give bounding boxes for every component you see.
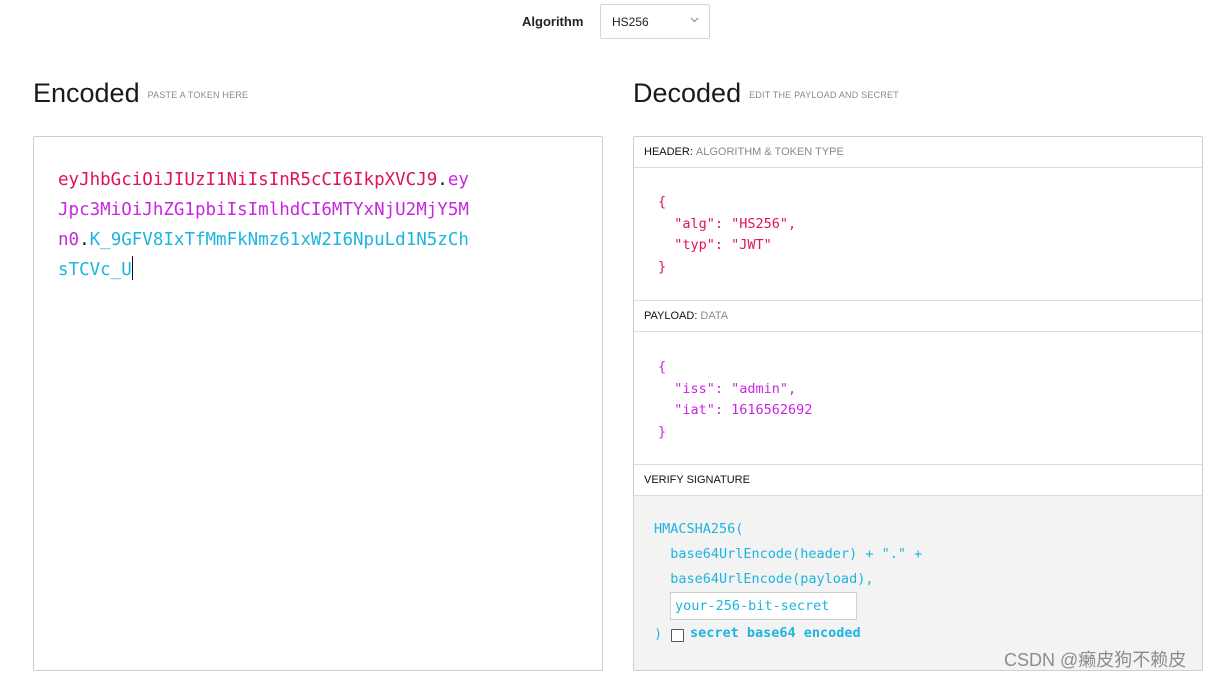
base64-secret-label[interactable]: secret base64 encoded	[690, 625, 861, 641]
token-dot: .	[79, 230, 90, 250]
encoded-token-editor[interactable]: eyJhbGciOiJIUzI1NiIsInR5cCI6IkpXVCJ9.ey …	[33, 136, 603, 671]
json-line: {	[658, 359, 667, 375]
encoded-token-text[interactable]: eyJhbGciOiJIUzI1NiIsInR5cCI6IkpXVCJ9.ey …	[58, 165, 538, 285]
encoded-heading: Encoded PASTE A TOKEN HERE	[33, 78, 248, 109]
header-json-editor[interactable]: { "alg": "HS256", "typ": "JWT" }	[658, 192, 796, 278]
token-signature-part: K_9GFV8IxTfMmFkNmz61xW2I6NpuLd1N5zCh	[89, 230, 469, 250]
algorithm-label: Algorithm	[522, 14, 584, 29]
decoded-subtitle: EDIT THE PAYLOAD AND SECRET	[749, 90, 899, 100]
json-line: "typ": "JWT"	[658, 237, 772, 253]
verify-label: VERIFY SIGNATURE	[644, 474, 750, 486]
token-dot: .	[437, 170, 448, 190]
header-section-title: HEADER: ALGORITHM & TOKEN TYPE	[634, 137, 1202, 168]
token-header-part: eyJhbGciOiJIUzI1NiIsInR5cCI6IkpXVCJ9	[58, 170, 438, 190]
hmac-payload-line: base64UrlEncode(payload),	[654, 571, 874, 587]
json-line: "iat": 1616562692	[658, 402, 813, 418]
header-sublabel: ALGORITHM & TOKEN TYPE	[695, 146, 844, 158]
secret-input[interactable]: your-256-bit-secret	[670, 592, 857, 620]
chevron-down-icon	[690, 17, 699, 23]
algorithm-selected-value: HS256	[612, 15, 649, 29]
algorithm-select[interactable]: HS256	[600, 4, 710, 39]
token-payload-part: n0	[58, 230, 80, 250]
token-payload-part: ey	[447, 170, 469, 190]
token-signature-part: sTCVc_U	[58, 260, 132, 280]
json-line: "alg": "HS256",	[658, 215, 797, 232]
base64-secret-checkbox[interactable]	[671, 629, 684, 642]
close-paren: )	[654, 626, 663, 642]
hmac-function-line: HMACSHA256(	[654, 521, 744, 537]
watermark: CSDN @癞皮狗不赖皮	[1004, 650, 1187, 670]
token-payload-part: Jpc3MiOiJhZG1pbiIsImlhdCI6MTYxNjU2MjY5M	[58, 200, 469, 220]
verify-section-title: VERIFY SIGNATURE	[634, 465, 1202, 496]
verify-signature-body: HMACSHA256( base64UrlEncode(header) + ".…	[634, 496, 1202, 670]
algorithm-row: Algorithm HS256	[0, 4, 1210, 42]
encoded-title: Encoded	[33, 78, 140, 108]
decoded-panel: HEADER: ALGORITHM & TOKEN TYPE { "alg": "…	[633, 136, 1203, 671]
text-cursor	[131, 256, 133, 280]
hmac-header-line: base64UrlEncode(header) + "." +	[654, 546, 923, 562]
payload-label: PAYLOAD:	[644, 310, 698, 322]
json-line: }	[658, 258, 667, 275]
header-label: HEADER:	[644, 146, 693, 158]
payload-section-title: PAYLOAD: DATA	[634, 301, 1202, 332]
payload-json-editor[interactable]: { "iss": "admin", "iat": 1616562692 }	[658, 357, 812, 443]
encoded-subtitle: PASTE A TOKEN HERE	[147, 90, 249, 100]
json-line: {	[658, 194, 667, 210]
decoded-heading: Decoded EDIT THE PAYLOAD AND SECRET	[633, 78, 899, 109]
payload-sublabel: DATA	[700, 310, 729, 322]
decoded-title: Decoded	[633, 78, 742, 108]
json-line: "iss": "admin",	[658, 380, 797, 397]
json-line: }	[658, 423, 667, 440]
